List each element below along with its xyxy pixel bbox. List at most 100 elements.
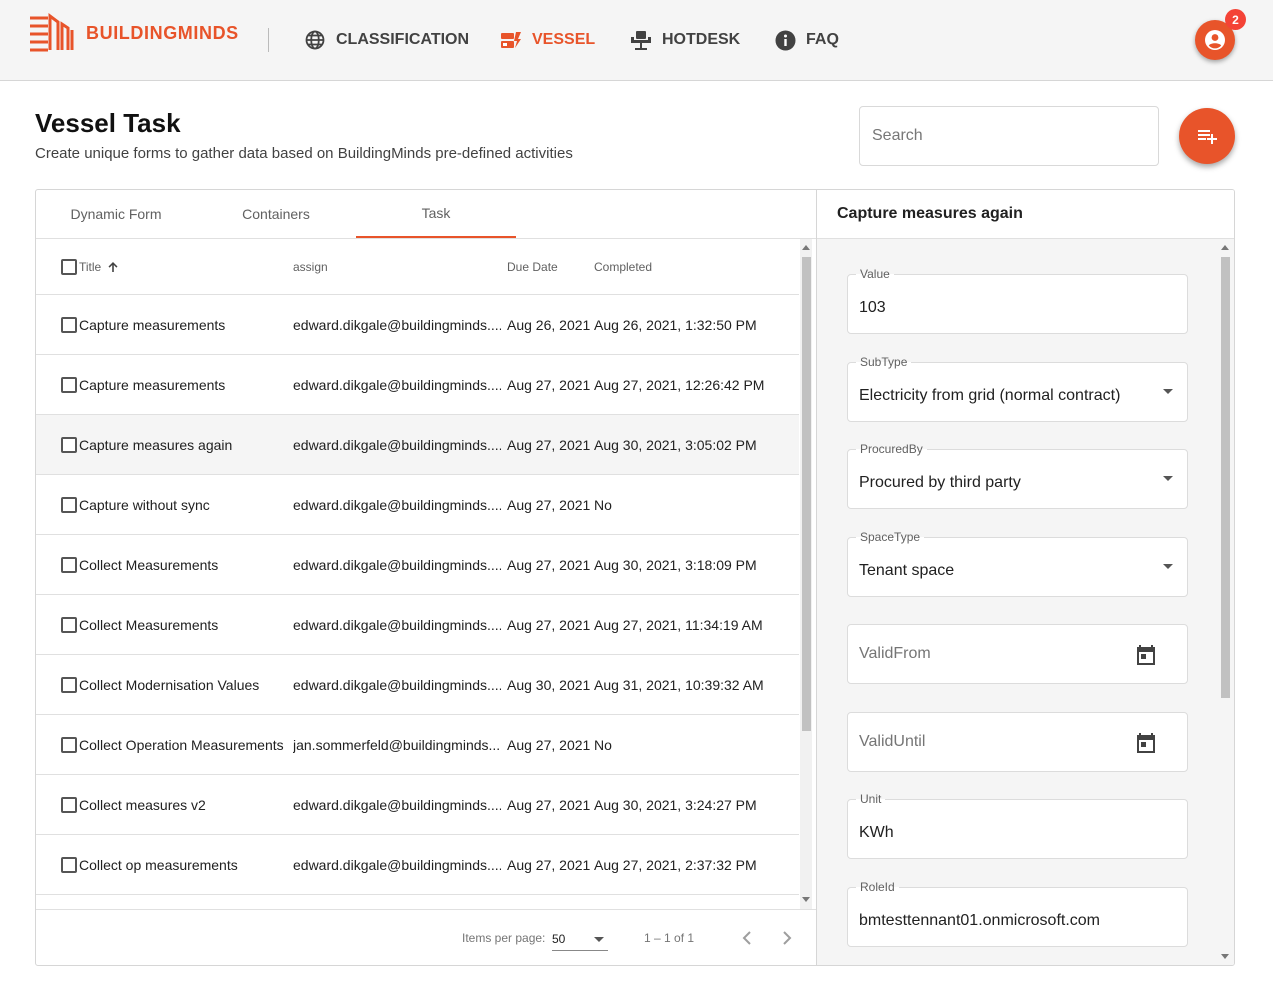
role-id-field[interactable]: RoleId bmtesttennant01.onmicrosoft.com	[847, 880, 1188, 947]
subtype-select[interactable]: SubType Electricity from grid (normal co…	[847, 355, 1188, 422]
row-assign: edward.dikgale@buildingminds....	[293, 557, 501, 573]
field-label: Unit	[856, 792, 886, 806]
nav-label: FAQ	[806, 31, 839, 48]
row-checkbox[interactable]	[61, 857, 77, 873]
valid-until-date-field[interactable]: ValidUntil	[847, 712, 1188, 772]
scroll-up-arrow-icon[interactable]	[1221, 245, 1229, 250]
row-due-date: Aug 27, 2021	[507, 797, 591, 813]
row-completed: Aug 30, 2021, 3:18:09 PM	[594, 557, 757, 573]
row-title: Collect op measurements	[79, 857, 238, 873]
globe-icon	[304, 29, 326, 51]
brand-name: BUILDINGMINDS	[86, 22, 239, 43]
header-divider	[268, 28, 269, 52]
next-page-button[interactable]	[773, 924, 801, 952]
table-row[interactable]: Capture measurements edward.dikgale@buil…	[36, 295, 799, 355]
row-title: Collect Measurements	[79, 617, 219, 633]
row-due-date: Aug 30, 2021	[507, 677, 591, 693]
row-completed: Aug 27, 2021, 2:37:32 PM	[594, 857, 757, 873]
items-per-page-value: 50	[552, 931, 566, 946]
row-checkbox[interactable]	[61, 797, 77, 813]
nav-vessel[interactable]: VESSEL	[500, 28, 595, 52]
search-input[interactable]	[860, 107, 1158, 165]
valid-from-date-field[interactable]: ValidFrom	[847, 624, 1188, 684]
table-scrollbar[interactable]	[800, 239, 812, 909]
field-value: Electricity from grid (normal contract)	[859, 387, 1121, 404]
task-detail-pane: Capture measures again Value 103 SubType…	[816, 190, 1234, 965]
table-row[interactable]: Collect Modernisation Values edward.dikg…	[36, 655, 799, 715]
space-type-select[interactable]: SpaceType Tenant space	[847, 530, 1188, 597]
brand-logo[interactable]: BUILDINGMINDS	[28, 12, 239, 54]
row-completed: Aug 26, 2021, 1:32:50 PM	[594, 317, 757, 333]
row-checkbox[interactable]	[61, 617, 77, 633]
nav-faq[interactable]: FAQ	[774, 28, 839, 52]
scroll-down-arrow-icon[interactable]	[802, 897, 810, 902]
row-assign: jan.sommerfeld@buildingminds....	[293, 737, 501, 753]
scrollbar-thumb[interactable]	[1221, 257, 1230, 698]
calendar-icon[interactable]	[1135, 644, 1157, 666]
dropdown-caret-icon	[594, 937, 604, 942]
row-checkbox[interactable]	[61, 557, 77, 573]
table-row[interactable]: Collect Operation Measurements jan.somme…	[36, 715, 799, 775]
table-header: Title assign Due Date Completed	[36, 239, 799, 295]
account-circle-icon	[1205, 30, 1225, 50]
previous-page-button[interactable]	[733, 924, 761, 952]
scroll-up-arrow-icon[interactable]	[802, 245, 810, 250]
table-row-selected[interactable]: Capture measures again edward.dikgale@bu…	[36, 415, 799, 475]
column-title-header[interactable]: Title	[79, 239, 119, 295]
table-row[interactable]: Capture without sync edward.dikgale@buil…	[36, 475, 799, 535]
chevron-left-icon	[742, 931, 751, 945]
task-table: Title assign Due Date Completed Capture …	[36, 239, 799, 909]
row-due-date: Aug 27, 2021	[507, 557, 591, 573]
arrow-up-icon	[108, 262, 118, 272]
row-checkbox[interactable]	[61, 317, 77, 333]
select-all-checkbox[interactable]	[61, 259, 77, 275]
column-completed-header[interactable]: Completed	[594, 239, 652, 295]
field-value: KWh	[859, 824, 894, 841]
nav-classification[interactable]: CLASSIFICATION	[304, 28, 469, 52]
scrollbar-thumb[interactable]	[802, 257, 811, 731]
procured-by-select[interactable]: ProcuredBy Procured by third party	[847, 442, 1188, 509]
row-assign: edward.dikgale@buildingminds....	[293, 857, 501, 873]
row-checkbox[interactable]	[61, 437, 77, 453]
row-due-date: Aug 27, 2021	[507, 377, 591, 393]
table-row[interactable]: Capture measurements edward.dikgale@buil…	[36, 355, 799, 415]
row-title: Capture without sync	[79, 497, 210, 513]
tab-task[interactable]: Task	[356, 190, 516, 238]
add-task-button[interactable]	[1179, 108, 1235, 164]
nav-label: HOTDESK	[662, 31, 741, 48]
scroll-down-arrow-icon[interactable]	[1221, 954, 1229, 959]
calendar-icon[interactable]	[1135, 732, 1157, 754]
column-assign-header[interactable]: assign	[293, 239, 328, 295]
row-assign: edward.dikgale@buildingminds....	[293, 317, 501, 333]
field-label: SpaceType	[856, 530, 925, 544]
dropdown-caret-icon	[1163, 564, 1173, 569]
value-field[interactable]: Value 103	[847, 267, 1188, 334]
table-row[interactable]: Collect measures v2 edward.dikgale@build…	[36, 775, 799, 835]
column-due-date-header[interactable]: Due Date	[507, 239, 558, 295]
table-row[interactable]: Collect Measurements edward.dikgale@buil…	[36, 535, 799, 595]
tab-containers[interactable]: Containers	[196, 190, 356, 238]
unit-field[interactable]: Unit KWh	[847, 792, 1188, 859]
row-assign: edward.dikgale@buildingminds....	[293, 677, 501, 693]
field-value: bmtesttennant01.onmicrosoft.com	[859, 912, 1101, 929]
row-title: Collect Modernisation Values	[79, 677, 260, 693]
row-due-date: Aug 27, 2021	[507, 737, 591, 753]
items-per-page-select[interactable]: 50	[552, 927, 608, 951]
table-row[interactable]: Collect op measurements edward.dikgale@b…	[36, 835, 799, 895]
row-checkbox[interactable]	[61, 677, 77, 693]
buildingminds-logo-icon	[30, 13, 74, 52]
search-field[interactable]	[859, 106, 1159, 166]
nav-hotdesk[interactable]: HOTDESK	[630, 28, 740, 52]
row-completed: Aug 30, 2021, 3:24:27 PM	[594, 797, 757, 813]
field-placeholder: ValidUntil	[859, 733, 926, 750]
table-row[interactable]: Collect Measurements edward.dikgale@buil…	[36, 595, 799, 655]
tab-bar: Dynamic Form Containers Task	[36, 190, 816, 239]
row-completed: No	[594, 737, 612, 753]
row-title: Capture measurements	[79, 377, 226, 393]
info-icon	[774, 29, 796, 51]
detail-scrollbar[interactable]	[1219, 239, 1231, 965]
row-checkbox[interactable]	[61, 737, 77, 753]
row-checkbox[interactable]	[61, 377, 77, 393]
tab-dynamic-form[interactable]: Dynamic Form	[36, 190, 196, 238]
row-checkbox[interactable]	[61, 497, 77, 513]
